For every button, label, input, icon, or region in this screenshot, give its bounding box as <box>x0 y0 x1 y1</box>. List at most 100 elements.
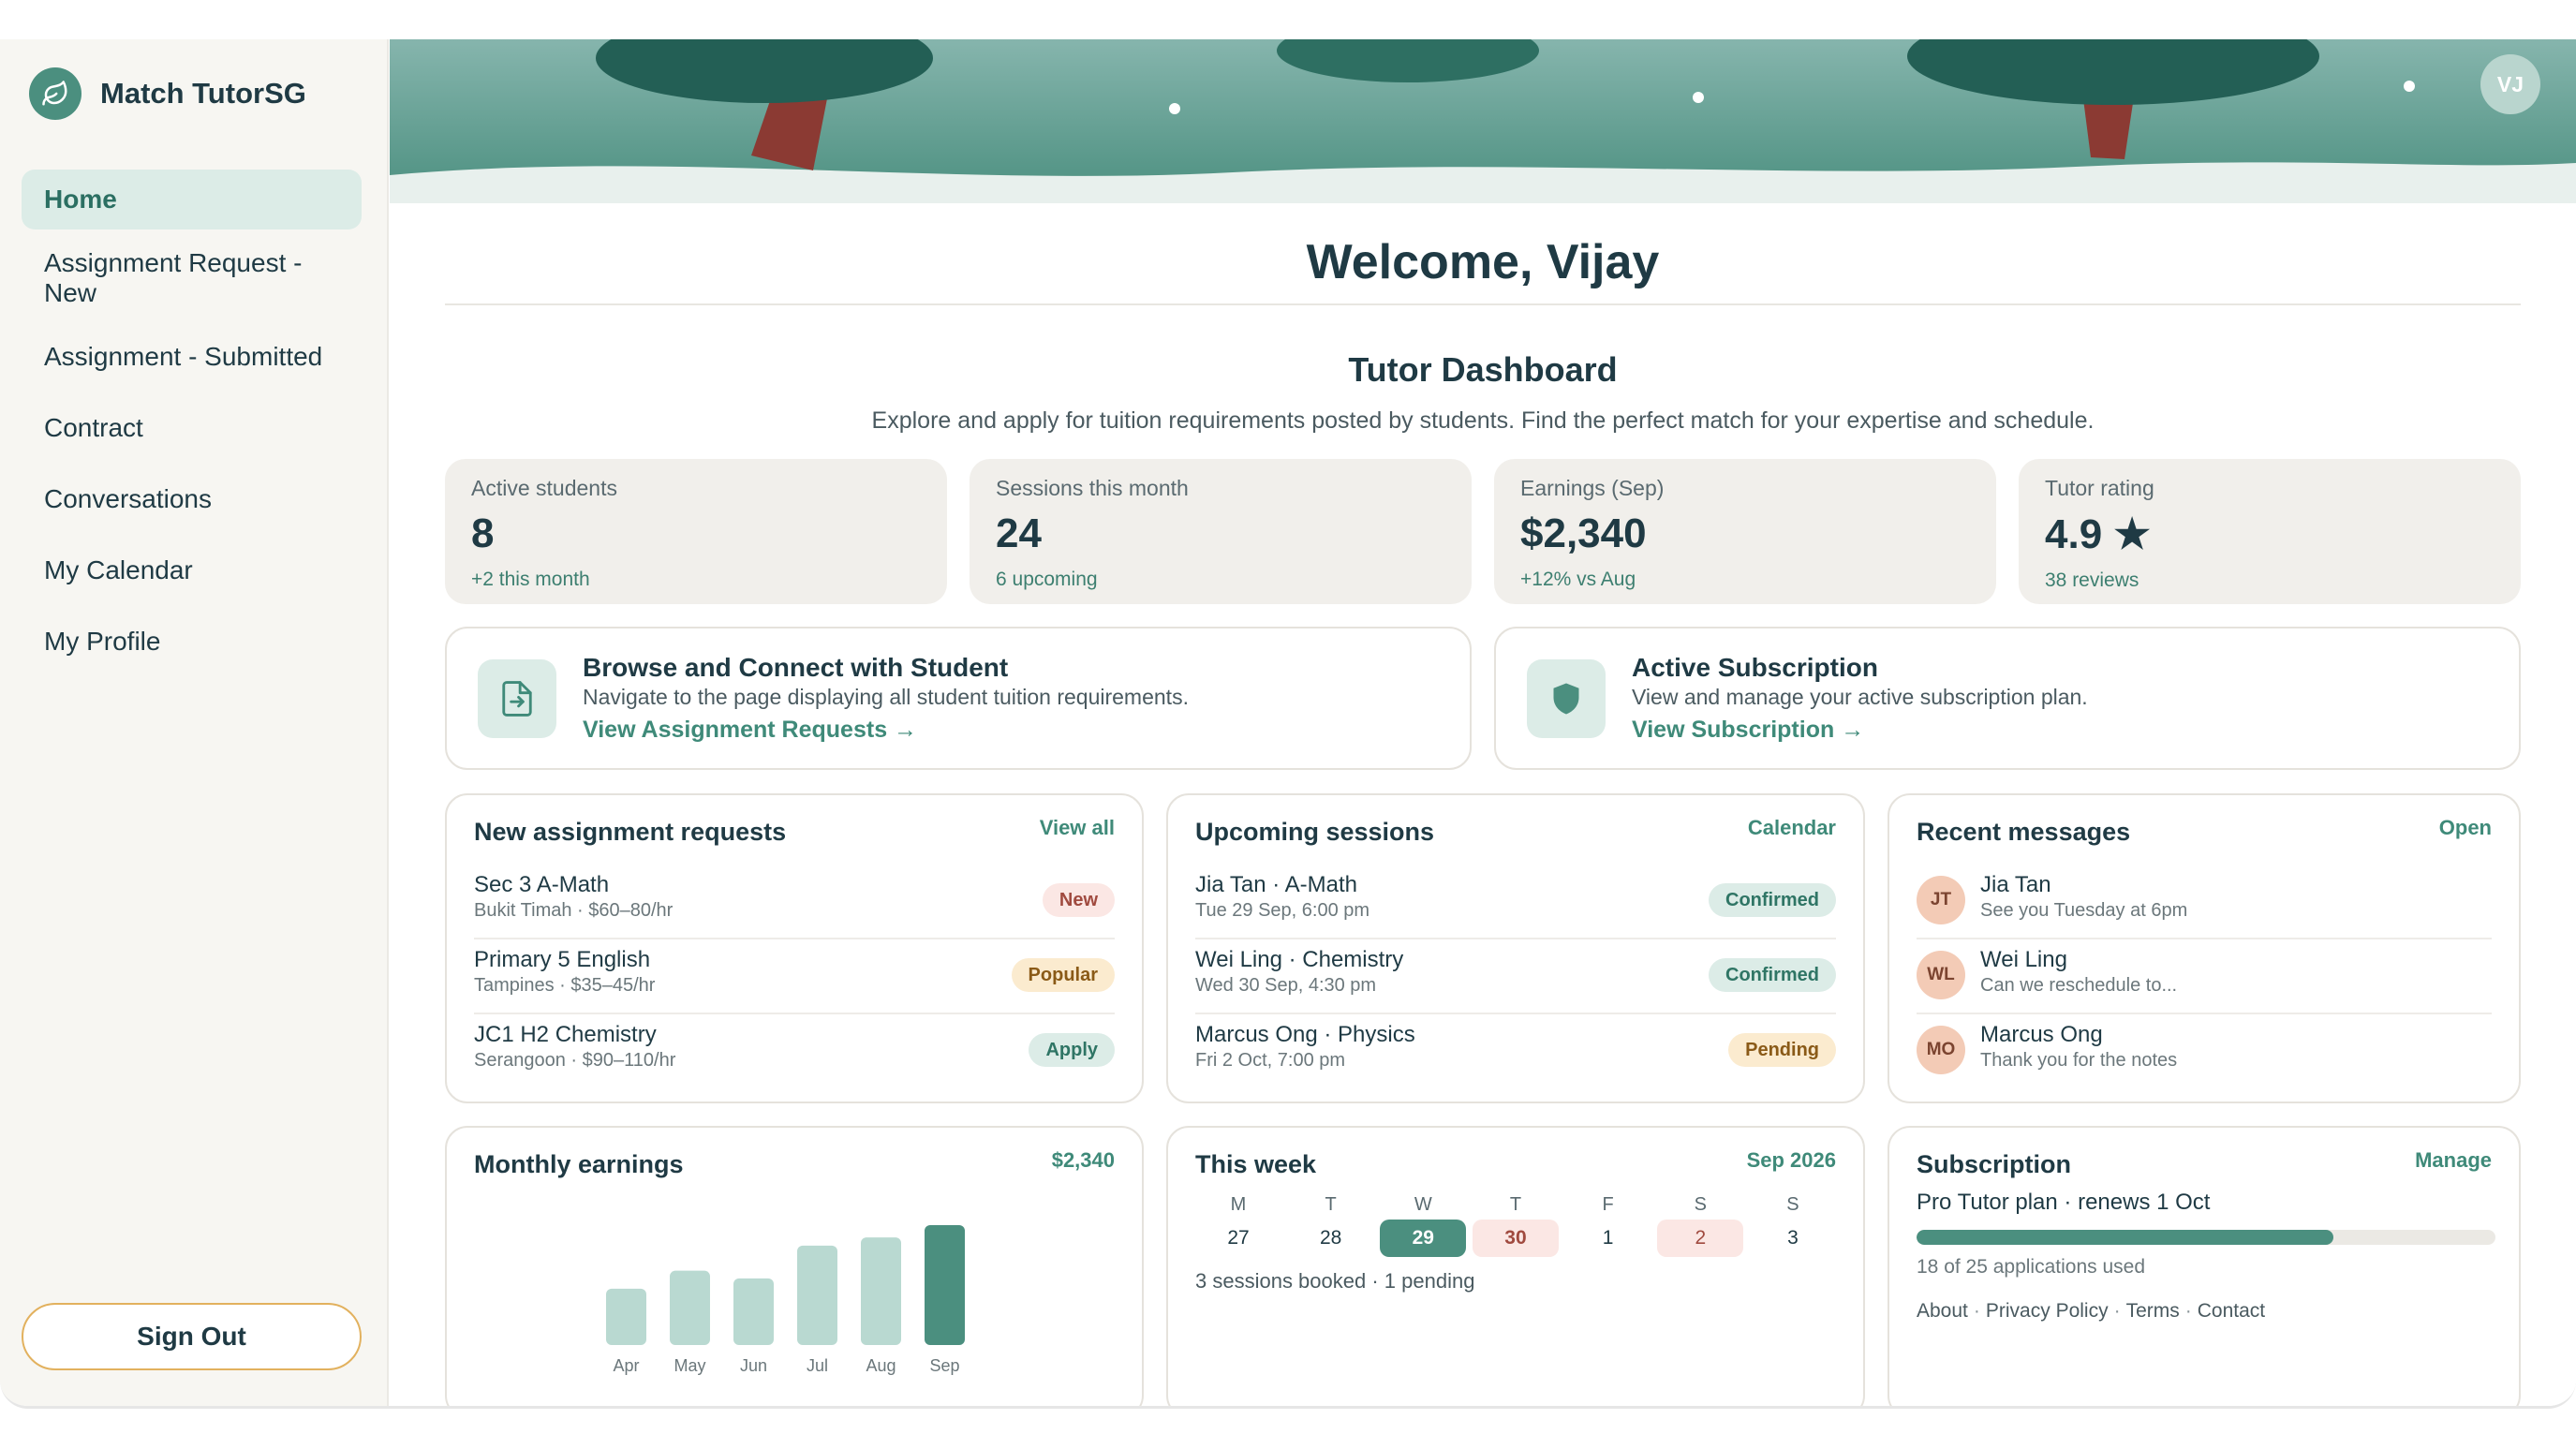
active-subscription-card[interactable]: Active Subscription View and manage your… <box>1494 627 2521 770</box>
stat-value: 24 <box>996 510 1042 556</box>
stat-label: Tutor rating <box>2045 476 2154 500</box>
session-title: Wei Ling · Chemistry <box>1195 947 1404 972</box>
sidebar-item-conversations[interactable]: Conversations <box>22 469 362 529</box>
request-title: JC1 H2 Chemistry <box>474 1022 657 1047</box>
message-preview: Thank you for the notes <box>1980 1050 2178 1071</box>
status-badge: Popular <box>1011 958 1115 992</box>
sidebar-item-home[interactable]: Home <box>22 170 362 229</box>
x-tick-label: Apr <box>613 1356 639 1375</box>
list-item[interactable]: JC1 H2 Chemistry Serangoon · $90–110/hr … <box>474 1014 1115 1089</box>
manage-subscription-link[interactable]: Manage <box>2415 1148 2492 1173</box>
requests-list: Sec 3 A-Math Bukit Timah · $60–80/hr New… <box>474 865 1115 1089</box>
x-tick-label: Sep <box>929 1356 959 1375</box>
week-calendar: M T W T F S S 27 28 29 30 1 2 3 <box>1195 1190 1836 1257</box>
user-avatar[interactable]: VJ <box>2480 54 2540 114</box>
sidebar-item-assignment-request-new[interactable]: Assignment Request - New <box>22 241 362 316</box>
weekday-header: M T W T F S S <box>1195 1190 1836 1220</box>
stat-card-earnings: Earnings (Sep) $2,340 +12% vs Aug <box>1494 459 1996 604</box>
list-item[interactable]: Primary 5 English Tampines · $35–45/hr P… <box>474 939 1115 1014</box>
sign-out-button[interactable]: Sign Out <box>22 1303 362 1370</box>
contact-link[interactable]: Contact <box>2198 1300 2265 1323</box>
subscription-panel: Subscription Manage Pro Tutor plan · ren… <box>1888 1126 2521 1406</box>
weekday-label: S <box>1786 1193 1799 1215</box>
message-preview: See you Tuesday at 6pm <box>1980 900 2188 921</box>
earnings-total: $2,340 <box>1051 1148 1115 1172</box>
about-link[interactable]: About <box>1917 1300 1968 1323</box>
status-badge: New <box>1042 883 1115 917</box>
monthly-earnings-panel: Monthly earnings $2,340 Apr May Jun Jul Aug S… <box>445 1126 1144 1406</box>
footer-links: About · Privacy Policy · Terms · Contact <box>1917 1300 2266 1323</box>
message-item[interactable]: WL Wei Ling Can we reschedule to... <box>1917 939 2492 1014</box>
calendar-day[interactable]: 27 <box>1195 1220 1281 1257</box>
stat-note: +2 this month <box>471 569 590 590</box>
stat-value: $2,340 <box>1520 510 1647 556</box>
request-details: Tampines · $35–45/hr <box>474 975 656 996</box>
weekday-label: M <box>1230 1193 1247 1215</box>
open-messages-link[interactable]: Open <box>2439 816 2492 840</box>
status-badge: Confirmed <box>1709 958 1836 992</box>
stat-label: Earnings (Sep) <box>1520 476 1665 500</box>
avatar: WL <box>1917 951 1965 999</box>
earnings-bar-jul <box>797 1245 837 1345</box>
privacy-policy-link[interactable]: Privacy Policy <box>1986 1300 2109 1323</box>
message-item[interactable]: MO Marcus Ong Thank you for the notes <box>1917 1014 2492 1089</box>
list-item[interactable]: Sec 3 A-Math Bukit Timah · $60–80/hr New <box>474 865 1115 939</box>
messages-list: JT Jia Tan See you Tuesday at 6pm WL Wei… <box>1917 865 2492 1089</box>
calendar-day-booked[interactable]: 2 <box>1657 1220 1744 1257</box>
calendar-day[interactable]: 1 <box>1565 1220 1651 1257</box>
panel-title: New assignment requests <box>474 818 787 846</box>
stat-label: Active students <box>471 476 617 500</box>
calendar-day[interactable]: 3 <box>1750 1220 1836 1257</box>
sidebar-item-my-calendar[interactable]: My Calendar <box>22 540 362 600</box>
sidebar-item-assignment-submitted[interactable]: Assignment - Submitted <box>22 327 362 387</box>
dashboard-title: Tutor Dashboard <box>1348 350 1618 389</box>
sidebar-item-contract[interactable]: Contract <box>22 398 362 458</box>
earnings-bar-chart: Apr May Jun Jul Aug Sep <box>606 1225 965 1375</box>
brand[interactable]: Match TutorSG <box>29 67 306 120</box>
sidebar: Match TutorSG Home Assignment Request - … <box>0 39 389 1406</box>
document-import-icon <box>478 659 556 738</box>
view-subscription-link[interactable]: View Subscription → <box>1632 717 1864 744</box>
view-assignment-requests-link[interactable]: View Assignment Requests → <box>583 717 917 744</box>
calendar-day-selected[interactable]: 29 <box>1380 1220 1467 1257</box>
x-tick-label: Jul <box>807 1356 828 1375</box>
apply-button[interactable]: Apply <box>1029 1033 1115 1067</box>
upcoming-sessions-panel: Upcoming sessions Calendar Jia Tan · A-M… <box>1166 793 1865 1103</box>
message-preview: Can we reschedule to... <box>1980 975 2178 996</box>
x-tick-label: May <box>674 1356 705 1375</box>
panel-title: Monthly earnings <box>474 1150 684 1178</box>
x-tick-label: Aug <box>866 1356 896 1375</box>
calendar-link[interactable]: Calendar <box>1748 816 1836 840</box>
session-time: Fri 2 Oct, 7:00 pm <box>1195 1050 1346 1071</box>
list-item[interactable]: Jia Tan · A-Math Tue 29 Sep, 6:00 pm Con… <box>1195 865 1836 939</box>
avatar: JT <box>1917 876 1965 924</box>
stat-label: Sessions this month <box>996 476 1189 500</box>
status-badge: Pending <box>1728 1033 1836 1067</box>
hero-banner: VJ <box>390 39 2576 203</box>
usage-progress-bar <box>1917 1230 2495 1245</box>
list-item[interactable]: Wei Ling · Chemistry Wed 30 Sep, 4:30 pm… <box>1195 939 1836 1014</box>
message-item[interactable]: JT Jia Tan See you Tuesday at 6pm <box>1917 865 2492 939</box>
avatar: MO <box>1917 1026 1965 1074</box>
sidebar-nav: Home Assignment Request - New Assignment… <box>22 170 362 683</box>
weekday-label: T <box>1509 1193 1522 1215</box>
calendar-day[interactable]: 28 <box>1288 1220 1374 1257</box>
list-item[interactable]: Marcus Ong · Physics Fri 2 Oct, 7:00 pm … <box>1195 1014 1836 1089</box>
session-title: Marcus Ong · Physics <box>1195 1022 1415 1047</box>
view-all-link[interactable]: View all <box>1040 816 1115 840</box>
usage-progress-fill <box>1917 1230 2333 1245</box>
terms-link[interactable]: Terms <box>2126 1300 2180 1323</box>
request-details: Serangoon · $90–110/hr <box>474 1050 676 1071</box>
panel-title: Upcoming sessions <box>1195 818 1435 846</box>
stat-card-sessions: Sessions this month 24 6 upcoming <box>970 459 1472 604</box>
calendar-day-booked[interactable]: 30 <box>1472 1220 1559 1257</box>
stat-card-active-students: Active students 8 +2 this month <box>445 459 947 604</box>
usage-text: 18 of 25 applications used <box>1917 1256 2146 1278</box>
browse-students-card[interactable]: Browse and Connect with Student Navigate… <box>445 627 1472 770</box>
calendar-month[interactable]: Sep 2026 <box>1747 1148 1836 1173</box>
recent-messages-panel: Recent messages Open JT Jia Tan See you … <box>1888 793 2521 1103</box>
stat-card-rating: Tutor rating 4.9 ★ 38 reviews <box>2019 459 2521 604</box>
subscription-card-title: Active Subscription <box>1632 653 1878 682</box>
panel-title: Recent messages <box>1917 818 2131 846</box>
sidebar-item-my-profile[interactable]: My Profile <box>22 612 362 672</box>
